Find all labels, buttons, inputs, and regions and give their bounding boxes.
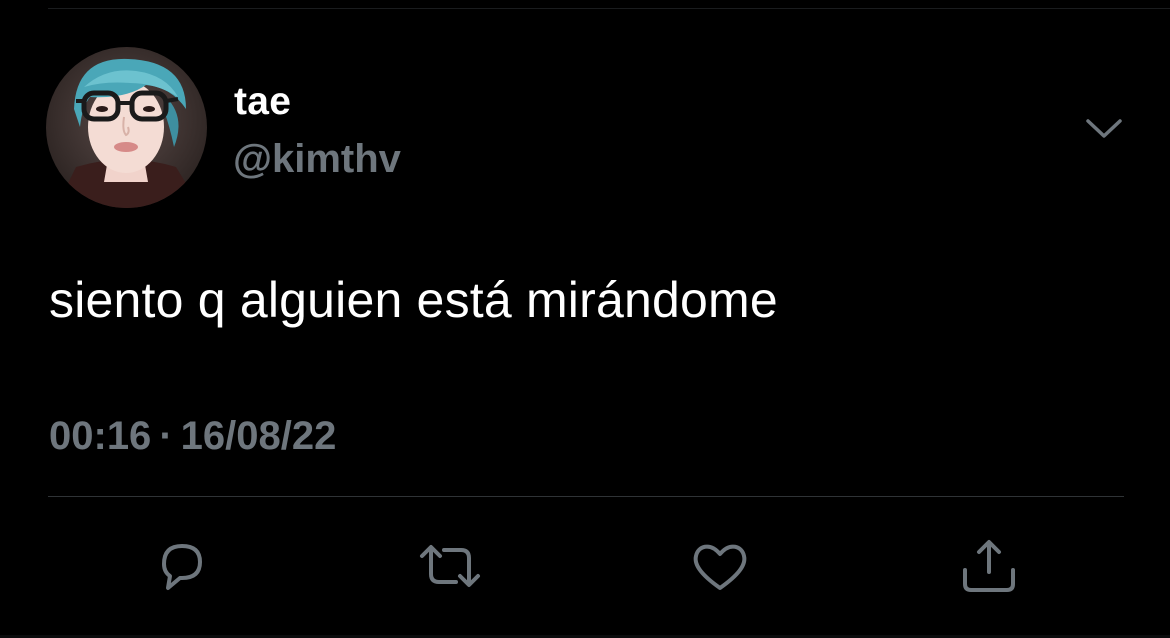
tweet-date: 16/08/22 xyxy=(180,414,337,458)
top-divider xyxy=(48,8,1170,9)
chevron-down-icon[interactable] xyxy=(1082,112,1126,144)
timestamp-separator: · xyxy=(159,414,173,458)
author-display-name[interactable]: tae xyxy=(234,80,291,124)
tweet-time: 00:16 xyxy=(49,414,152,458)
author-handle[interactable]: @kimthv xyxy=(233,136,401,182)
share-icon xyxy=(963,540,1015,592)
tweet-text: siento q alguien está mirándome xyxy=(49,272,778,328)
reply-button[interactable] xyxy=(150,534,214,598)
retweet-button[interactable] xyxy=(418,534,482,598)
heart-icon xyxy=(693,544,747,590)
retweet-icon xyxy=(420,545,480,587)
reply-icon xyxy=(162,544,202,590)
share-button[interactable] xyxy=(957,534,1021,598)
actions-divider xyxy=(48,496,1124,497)
like-button[interactable] xyxy=(688,534,752,598)
tweet-timestamp[interactable]: 00:16 · 16/08/22 xyxy=(49,413,336,459)
avatar[interactable] xyxy=(46,47,207,208)
tweet-card: tae @kimthv siento q alguien está miránd… xyxy=(0,0,1170,638)
